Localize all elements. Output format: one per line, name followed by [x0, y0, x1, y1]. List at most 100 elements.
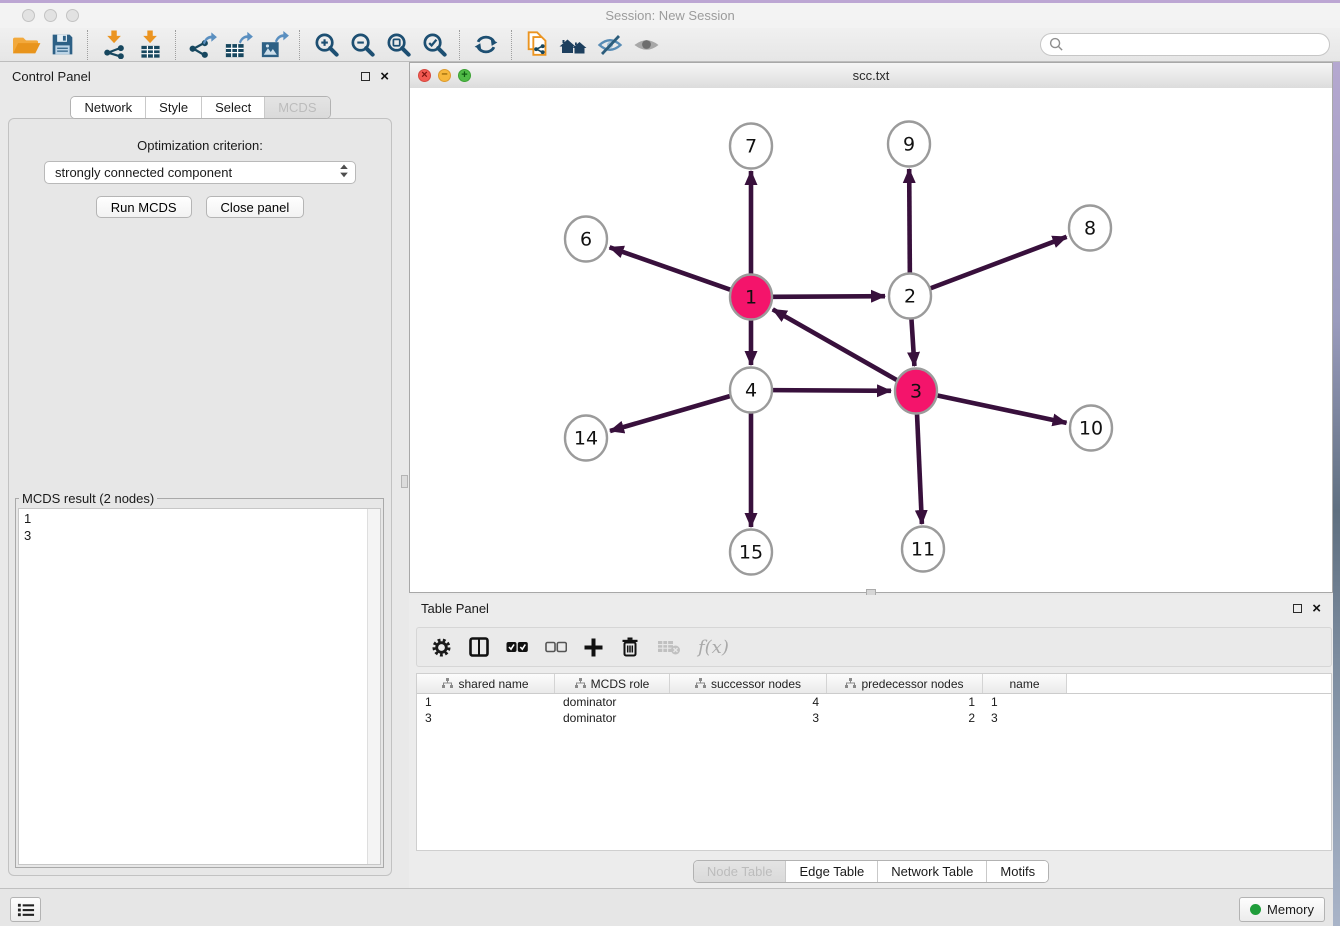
- graph-edge[interactable]: [773, 309, 897, 380]
- table-cell[interactable]: dominator: [555, 694, 670, 710]
- unselect-all-checkboxes-icon[interactable]: [545, 641, 567, 653]
- zoom-fit-icon[interactable]: [380, 29, 416, 61]
- add-row-icon[interactable]: [584, 638, 603, 657]
- tab-network[interactable]: Network: [71, 97, 145, 118]
- graph-node[interactable]: 2: [889, 274, 931, 319]
- graph-node[interactable]: 6: [565, 217, 607, 262]
- network-window: scc.txt 7 9 6 8 1 2 4 3 14 10 15 11: [409, 62, 1333, 593]
- vertical-splitter[interactable]: [401, 62, 409, 888]
- export-network-icon[interactable]: [184, 29, 220, 61]
- table-cell[interactable]: 1: [417, 694, 555, 710]
- float-table-panel-icon[interactable]: [1293, 604, 1302, 613]
- maximize-window-button[interactable]: [66, 9, 79, 22]
- graph-node-label: 15: [739, 542, 763, 564]
- graph-node[interactable]: 11: [902, 527, 944, 572]
- import-network-icon[interactable]: [96, 29, 132, 61]
- close-table-panel-icon[interactable]: [1312, 601, 1321, 616]
- minimize-window-button[interactable]: [44, 9, 57, 22]
- column-header[interactable]: MCDS role: [555, 674, 670, 693]
- status-bar: Memory: [0, 888, 1333, 926]
- window-title: Session: New Session: [0, 8, 1340, 23]
- graph-edge[interactable]: [909, 169, 910, 274]
- graph-node[interactable]: 8: [1069, 206, 1111, 251]
- close-panel-icon[interactable]: [380, 69, 389, 84]
- tab-network-table[interactable]: Network Table: [877, 861, 986, 882]
- result-scrollbar[interactable]: [367, 509, 380, 864]
- graph-node-label: 9: [903, 134, 915, 156]
- settings-gear-icon[interactable]: [431, 637, 452, 658]
- task-history-button[interactable]: [10, 897, 41, 922]
- table-cell[interactable]: dominator: [555, 710, 670, 726]
- graph-node[interactable]: 4: [730, 368, 772, 413]
- criterion-value: strongly connected component: [55, 165, 232, 180]
- table-cell[interactable]: 3: [417, 710, 555, 726]
- toolbar-separator: [511, 30, 513, 60]
- save-session-icon[interactable]: [44, 29, 80, 61]
- table-cell[interactable]: 1: [827, 694, 983, 710]
- table-cell[interactable]: 4: [670, 694, 827, 710]
- export-table-icon[interactable]: [220, 29, 256, 61]
- mcds-result-text: 1 3: [19, 509, 380, 545]
- graph-edge[interactable]: [931, 237, 1067, 288]
- table-row[interactable]: 1dominator411: [417, 694, 1331, 710]
- splitter-grip[interactable]: [401, 475, 408, 488]
- table-cell[interactable]: 2: [827, 710, 983, 726]
- close-window-button[interactable]: [22, 9, 35, 22]
- run-mcds-button[interactable]: Run MCDS: [96, 196, 192, 218]
- zoom-out-icon[interactable]: [344, 29, 380, 61]
- graph-edge[interactable]: [773, 390, 891, 391]
- memory-button[interactable]: Memory: [1239, 897, 1325, 922]
- table-cell[interactable]: 3: [670, 710, 827, 726]
- tab-motifs[interactable]: Motifs: [986, 861, 1048, 882]
- graph-node[interactable]: 3: [895, 369, 937, 414]
- column-header[interactable]: shared name: [417, 674, 555, 693]
- close-panel-button[interactable]: Close panel: [206, 196, 305, 218]
- delete-row-icon[interactable]: [620, 637, 640, 657]
- toolbar-separator: [459, 30, 461, 60]
- graph-node[interactable]: 1: [730, 275, 772, 320]
- column-header[interactable]: name: [983, 674, 1067, 693]
- column-header[interactable]: successor nodes: [670, 674, 827, 693]
- graph-node[interactable]: 14: [565, 416, 607, 461]
- column-header[interactable]: predecessor nodes: [827, 674, 983, 693]
- graph-node[interactable]: 9: [888, 122, 930, 167]
- graph-node[interactable]: 10: [1070, 406, 1112, 451]
- tab-mcds[interactable]: MCDS: [264, 97, 329, 118]
- open-network-file-icon[interactable]: [520, 29, 556, 61]
- show-graphics-details-icon[interactable]: [628, 29, 664, 61]
- table-cell[interactable]: 3: [983, 710, 1067, 726]
- import-table-icon[interactable]: [132, 29, 168, 61]
- zoom-selected-icon[interactable]: [416, 29, 452, 61]
- graph-edge[interactable]: [917, 413, 922, 524]
- tab-node-table[interactable]: Node Table: [694, 861, 786, 882]
- open-folder-icon[interactable]: [8, 29, 44, 61]
- network-window-titlebar[interactable]: scc.txt: [410, 63, 1332, 89]
- graph-node[interactable]: 15: [730, 530, 772, 575]
- criterion-select[interactable]: strongly connected component: [44, 161, 356, 184]
- table-toolbar: f(x): [416, 627, 1332, 667]
- network-canvas[interactable]: 7 9 6 8 1 2 4 3 14 10 15 11: [410, 88, 1332, 592]
- graph-node-label: 2: [904, 286, 916, 308]
- graph-edge[interactable]: [610, 247, 731, 289]
- split-panel-icon[interactable]: [469, 637, 489, 657]
- graph-node[interactable]: 7: [730, 124, 772, 169]
- hide-graphics-details-icon[interactable]: [592, 29, 628, 61]
- graph-edge[interactable]: [773, 296, 885, 297]
- graph-edge[interactable]: [911, 318, 914, 366]
- table-row[interactable]: 3dominator323: [417, 710, 1331, 726]
- table-cell[interactable]: 1: [983, 694, 1067, 710]
- graph-edge[interactable]: [610, 396, 730, 431]
- export-image-icon[interactable]: [256, 29, 292, 61]
- refresh-icon[interactable]: [468, 29, 504, 61]
- select-all-checkboxes-icon[interactable]: [506, 641, 528, 653]
- float-panel-icon[interactable]: [361, 72, 370, 81]
- network-graph: 7 9 6 8 1 2 4 3 14 10 15 11: [410, 88, 1332, 592]
- tab-style[interactable]: Style: [145, 97, 201, 118]
- table-panel-tabs: Node Table Edge Table Network Table Moti…: [693, 860, 1049, 883]
- graph-edge[interactable]: [938, 396, 1067, 423]
- zoom-in-icon[interactable]: [308, 29, 344, 61]
- tab-select[interactable]: Select: [201, 97, 264, 118]
- tab-edge-table[interactable]: Edge Table: [785, 861, 877, 882]
- search-input[interactable]: [1069, 35, 1329, 55]
- home-icon[interactable]: [556, 29, 592, 61]
